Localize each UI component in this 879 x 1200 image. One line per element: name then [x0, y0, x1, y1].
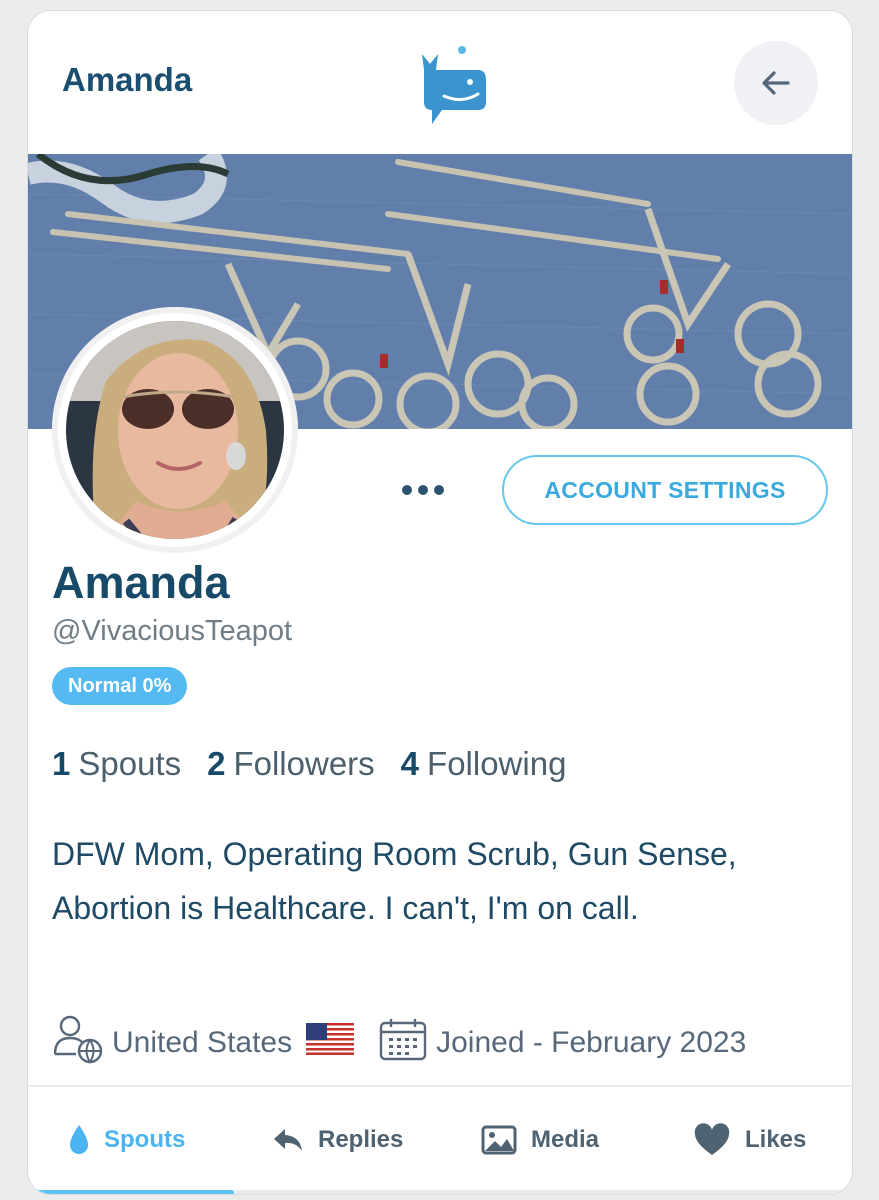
whale-icon[interactable] [418, 44, 490, 128]
stat-following[interactable]: 4 Following [401, 745, 567, 783]
arrow-left-icon [762, 71, 790, 95]
profile-meta: United States Joined - February 2023 [52, 1014, 746, 1072]
top-bar: Amanda [28, 11, 852, 154]
tab-spouts[interactable]: Spouts [68, 1087, 185, 1192]
profile-card: Amanda ACCOUNT SETTINGS Amanda @Vivaciou… [27, 10, 853, 1195]
account-settings-button[interactable]: ACCOUNT SETTINGS [502, 455, 828, 525]
header-title: Amanda [62, 61, 193, 98]
profile-tabs: Spouts Replies Media Likes [28, 1087, 852, 1194]
tab-replies[interactable]: Replies [272, 1087, 403, 1192]
back-button[interactable] [734, 41, 818, 125]
droplet-icon [70, 1124, 88, 1154]
heart-icon [694, 1122, 730, 1155]
stat-followers[interactable]: 2 Followers [207, 745, 375, 783]
image-icon [481, 1125, 517, 1154]
more-horizontal-icon [402, 485, 412, 495]
joined-text: Joined - February 2023 [436, 1026, 747, 1059]
active-tab-indicator [28, 1190, 234, 1194]
display-name: Amanda [52, 557, 230, 608]
stat-spouts[interactable]: 1 Spouts [52, 745, 181, 783]
more-options-button[interactable] [393, 477, 453, 503]
reply-icon [274, 1128, 302, 1151]
user-handle: @VivaciousTeapot [52, 615, 293, 647]
avatar-ring [52, 307, 298, 553]
location-text: United States [112, 1026, 293, 1059]
us-flag-icon [306, 1023, 355, 1063]
avatar[interactable] [66, 321, 284, 539]
tab-media[interactable]: Media [481, 1087, 599, 1192]
calendar-icon [378, 1017, 428, 1069]
tab-likes[interactable]: Likes [693, 1087, 806, 1192]
status-badge: Normal 0% [52, 667, 188, 705]
profile-stats: 1 Spouts 2 Followers 4 Following [52, 745, 566, 783]
user-globe-icon [52, 1014, 104, 1072]
profile-bio: DFW Mom, Operating Room Scrub, Gun Sense… [52, 836, 737, 926]
